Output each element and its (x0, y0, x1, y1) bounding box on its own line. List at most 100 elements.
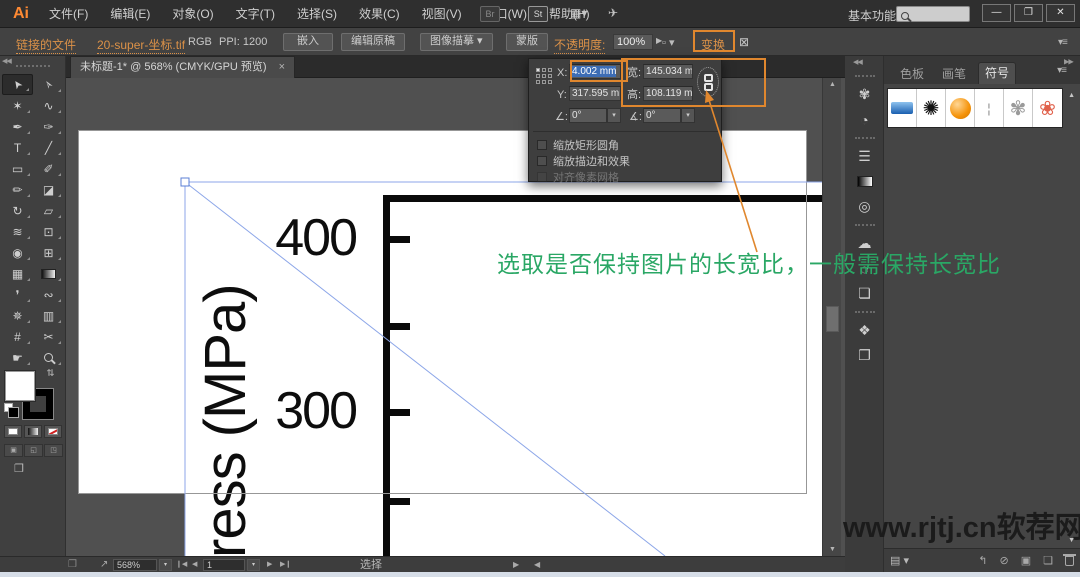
stroke-panel-icon[interactable]: ☰ (845, 144, 884, 169)
line-segment-tool[interactable]: ╱ (33, 137, 64, 158)
zoom-dropdown-icon[interactable]: ▾ (159, 559, 172, 571)
shear-dropdown-icon[interactable]: ▾ (681, 108, 695, 123)
bridge-button[interactable]: Br (480, 6, 500, 22)
orange-orb-symbol[interactable] (946, 89, 975, 127)
tab-close-icon[interactable]: × (279, 61, 285, 73)
embed-button[interactable]: 嵌入 (283, 33, 333, 51)
first-artboard-icon[interactable]: ❙◀ (176, 559, 187, 571)
direct-selection-tool[interactable]: ➢ (33, 74, 64, 95)
constrain-proportions-icon[interactable] (697, 67, 719, 97)
curvature-tool[interactable]: ✑ (33, 116, 64, 137)
cc-libraries-panel-icon[interactable]: ☁ (845, 231, 884, 256)
white-texture-symbol[interactable]: ¦ (975, 89, 1004, 127)
menu-item[interactable]: 文字(T) (225, 0, 286, 28)
blend-tool[interactable]: ∾ (33, 284, 64, 305)
pencil-tool[interactable]: ✏ (2, 179, 33, 200)
break-link-icon[interactable]: ⊘ (1000, 554, 1009, 567)
eyedropper-tool[interactable]: ❜ (2, 284, 33, 305)
document-tab[interactable]: 未标题-1* @ 568% (CMYK/GPU 预览)× (70, 56, 295, 78)
red-flower-symbol[interactable]: ❀ (1033, 89, 1062, 127)
menu-item[interactable]: 文件(F) (38, 0, 99, 28)
menu-item[interactable]: 对象(O) (161, 0, 224, 28)
hscroll-left-icon[interactable]: ◀ (534, 559, 540, 571)
reference-point-locator[interactable] (536, 68, 556, 88)
shape-builder-tool[interactable]: ◉ (2, 242, 33, 263)
height-input[interactable]: 108.119 mm (643, 86, 693, 101)
column-graph-tool[interactable]: ▥ (33, 305, 64, 326)
rotate-dropdown-icon[interactable]: ▾ (607, 108, 621, 123)
transform-option[interactable]: 对齐像素网格 (537, 169, 619, 185)
gradient-mode-button[interactable] (24, 425, 42, 438)
rectangle-tool[interactable]: ▭ (2, 158, 33, 179)
place-symbol-icon[interactable]: ↰ (978, 554, 987, 567)
checkbox[interactable] (537, 140, 547, 150)
draw-inside-button[interactable]: ◳ (44, 444, 63, 457)
fill-swatch[interactable] (5, 371, 35, 401)
transform-option[interactable]: 缩放矩形圆角 (537, 137, 619, 153)
image-trace-button[interactable]: 图像描摹 ▾ (420, 33, 493, 51)
zoom-tool[interactable] (33, 347, 64, 368)
opacity-input[interactable]: 100% (613, 34, 653, 50)
menu-item[interactable]: 效果(C) (348, 0, 411, 28)
free-distort-icon[interactable]: ⊠ (739, 35, 749, 49)
collapse-dock-icon[interactable]: ◀◀ (853, 58, 862, 66)
menu-item[interactable]: 编辑(E) (99, 0, 161, 28)
gradient-panel-icon[interactable] (845, 169, 884, 194)
paintbrush-tool[interactable]: ✐ (33, 158, 64, 179)
tab-brushes[interactable]: 画笔 (936, 64, 972, 84)
scale-tool[interactable]: ▱ (33, 200, 64, 221)
mesh-tool[interactable]: ▦ (2, 263, 33, 284)
style-dropdown-icon[interactable]: ▫ ▾ (662, 36, 674, 49)
last-artboard-icon[interactable]: ▶❙ (280, 559, 291, 571)
checkbox[interactable] (537, 156, 547, 166)
menu-item[interactable]: 视图(V) (411, 0, 473, 28)
zoom-level-field[interactable]: 568% (113, 559, 157, 571)
transform-option[interactable]: 缩放描边和效果 (537, 153, 630, 169)
none-mode-button[interactable] (44, 425, 62, 438)
new-symbol-icon[interactable]: ❏ (1043, 554, 1053, 567)
arrange-documents-icon[interactable]: ▦▾ (570, 6, 587, 20)
search-input[interactable] (896, 6, 970, 22)
magic-wand-tool[interactable]: ✶ (2, 95, 33, 116)
graphic-styles-panel-icon[interactable]: ❏ (845, 281, 884, 306)
artboard-number-field[interactable]: 1 (203, 559, 245, 571)
share-icon[interactable]: ✈ (608, 6, 618, 20)
symbol-libraries-icon[interactable]: ▤ ▾ (890, 554, 909, 567)
blue-banner-symbol[interactable] (888, 89, 917, 127)
color-panel-icon[interactable]: ✾ (845, 82, 884, 107)
width-input[interactable]: 145.034 mm (643, 64, 693, 79)
panel-menu-icon[interactable]: ▾≡ (1057, 65, 1066, 76)
opacity-label[interactable]: 不透明度: (554, 36, 605, 54)
symbols-scroll-up-icon[interactable]: ▲ (1068, 92, 1075, 99)
edit-original-button[interactable]: 编辑原稿 (341, 33, 405, 51)
artboard-tool[interactable]: # (2, 326, 33, 347)
y-input[interactable]: 317.595 mm (569, 86, 621, 101)
next-artboard-icon[interactable]: ▶ (267, 559, 272, 571)
x-input[interactable]: 4.002 mm (569, 64, 621, 79)
pen-tool[interactable]: ✒ (2, 116, 33, 137)
hscroll-right-icon[interactable]: ▶ (513, 559, 519, 571)
stock-button[interactable]: St (528, 6, 548, 22)
shear-input[interactable]: 0° (643, 108, 681, 123)
draw-normal-button[interactable]: ▣ (4, 444, 23, 457)
artboard-dropdown-icon[interactable]: ▾ (247, 559, 260, 571)
lasso-tool[interactable]: ∿ (33, 95, 64, 116)
minimize-button[interactable]: — (982, 4, 1011, 22)
gradient-tool[interactable] (33, 263, 64, 284)
selection-tool[interactable]: ➤ (2, 74, 33, 95)
scroll-up-icon[interactable]: ▲ (823, 81, 842, 88)
tools-drag-handle[interactable] (16, 65, 50, 67)
dock-separator[interactable]: · (845, 132, 884, 144)
draw-behind-button[interactable]: ◱ (24, 444, 43, 457)
dock-separator[interactable]: · (845, 219, 884, 231)
close-button[interactable]: ✕ (1046, 4, 1075, 22)
checkbox[interactable] (537, 172, 547, 182)
tab-swatches[interactable]: 色板 (894, 64, 930, 84)
dock-separator[interactable]: · (845, 306, 884, 318)
screen-mode-button[interactable]: ❐ (14, 462, 24, 475)
document-info-icon[interactable]: ❐ (68, 559, 77, 571)
rotate-input[interactable]: 0° (569, 108, 607, 123)
appearance-panel-icon[interactable]: ◌ (845, 256, 884, 281)
symbol-options-icon[interactable]: ▣ (1021, 554, 1031, 567)
layers-panel-icon[interactable]: ❖ (845, 318, 884, 343)
